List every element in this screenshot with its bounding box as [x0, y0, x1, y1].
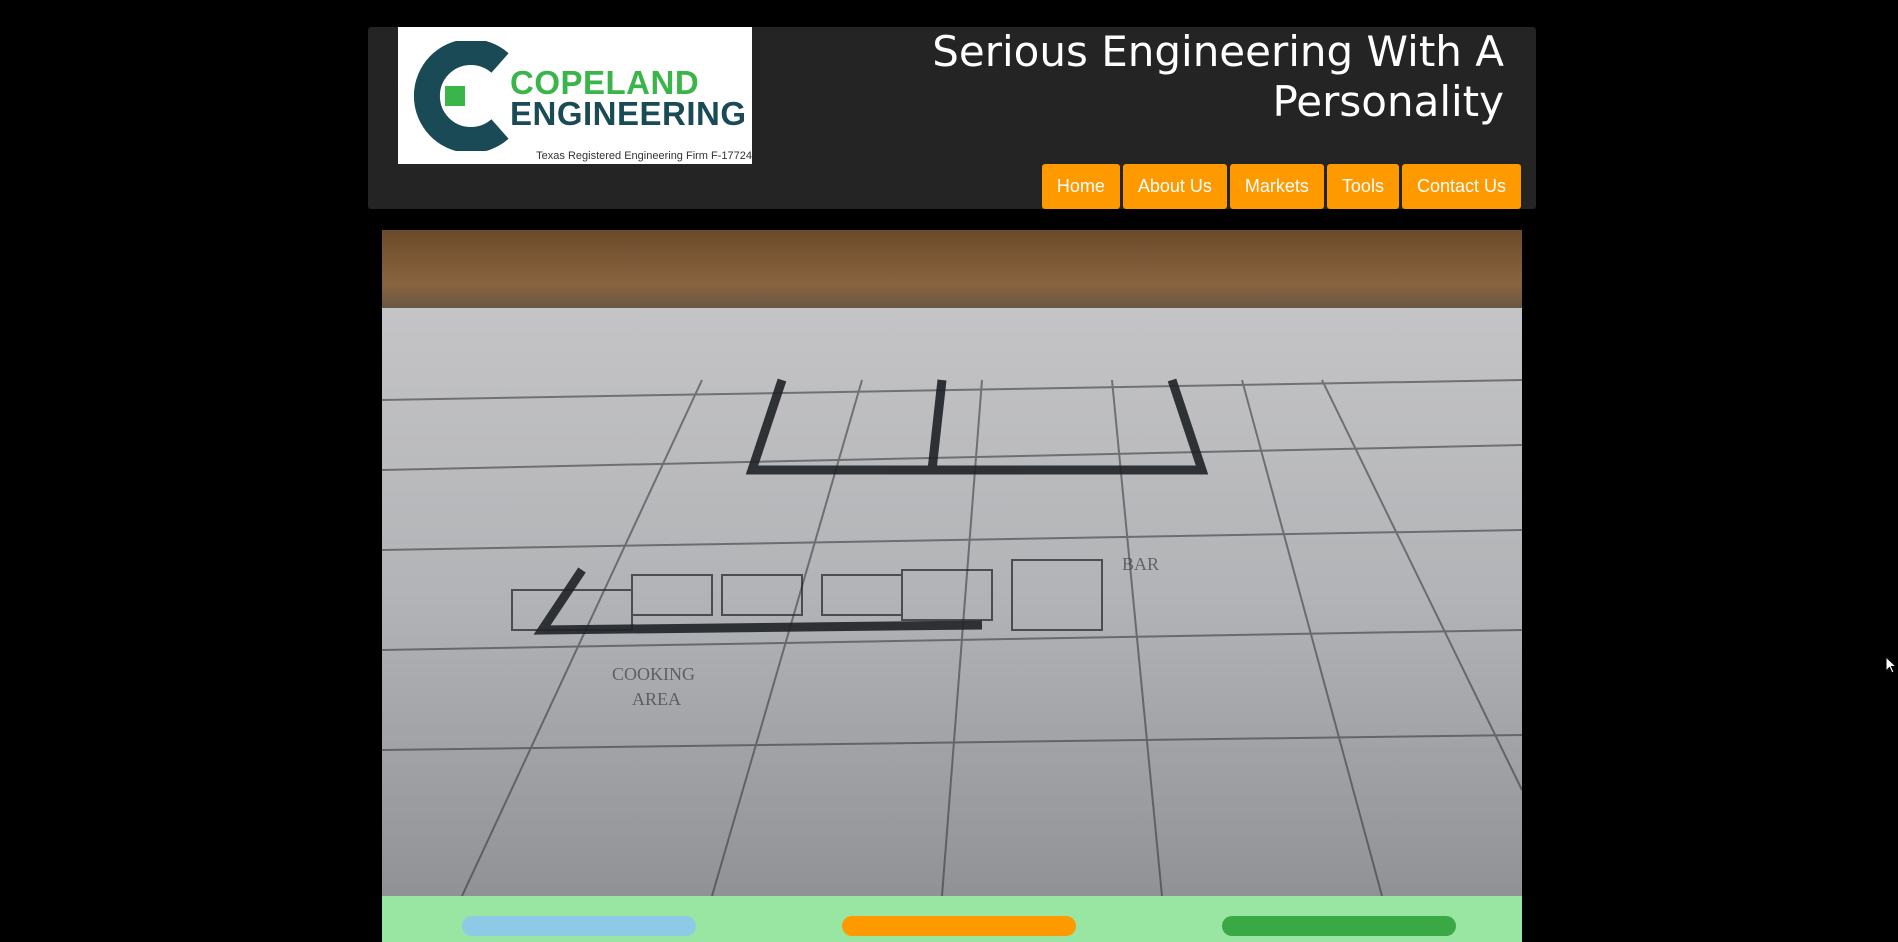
- nav-contact-us[interactable]: Contact Us: [1401, 164, 1521, 209]
- site-tagline: Serious Engineering With A Personality: [932, 27, 1504, 126]
- feature-band: [382, 896, 1522, 942]
- firm-registration-text: Texas Registered Engineering Firm F-1772…: [536, 150, 752, 162]
- feature-button-orange[interactable]: [842, 916, 1076, 936]
- mouse-cursor-icon: [1885, 656, 1897, 674]
- company-logo[interactable]: COPELAND ENGINEERING Texas Registered En…: [398, 27, 752, 164]
- main-nav: Home About Us Markets Tools Contact Us: [1041, 164, 1521, 209]
- logo-line-2: ENGINEERING: [510, 95, 747, 132]
- logo-c-mark-icon: [413, 41, 509, 151]
- feature-button-blue[interactable]: [462, 916, 696, 936]
- blueprint-illustration: COOKING AREA BAR: [382, 230, 1522, 896]
- nav-about-us[interactable]: About Us: [1122, 164, 1227, 209]
- nav-home[interactable]: Home: [1041, 164, 1120, 209]
- svg-text:AREA: AREA: [632, 689, 681, 709]
- site-header: COPELAND ENGINEERING Texas Registered En…: [368, 27, 1536, 209]
- page: COPELAND ENGINEERING Texas Registered En…: [0, 0, 1898, 942]
- nav-tools[interactable]: Tools: [1326, 164, 1399, 209]
- logo-wordmark: COPELAND ENGINEERING: [510, 64, 747, 132]
- feature-button-green[interactable]: [1222, 916, 1456, 936]
- logo-line-1: COPELAND: [510, 64, 700, 101]
- hero-image: COOKING AREA BAR: [382, 230, 1522, 896]
- svg-text:BAR: BAR: [1122, 554, 1159, 574]
- svg-text:COOKING: COOKING: [612, 664, 695, 684]
- nav-markets[interactable]: Markets: [1229, 164, 1324, 209]
